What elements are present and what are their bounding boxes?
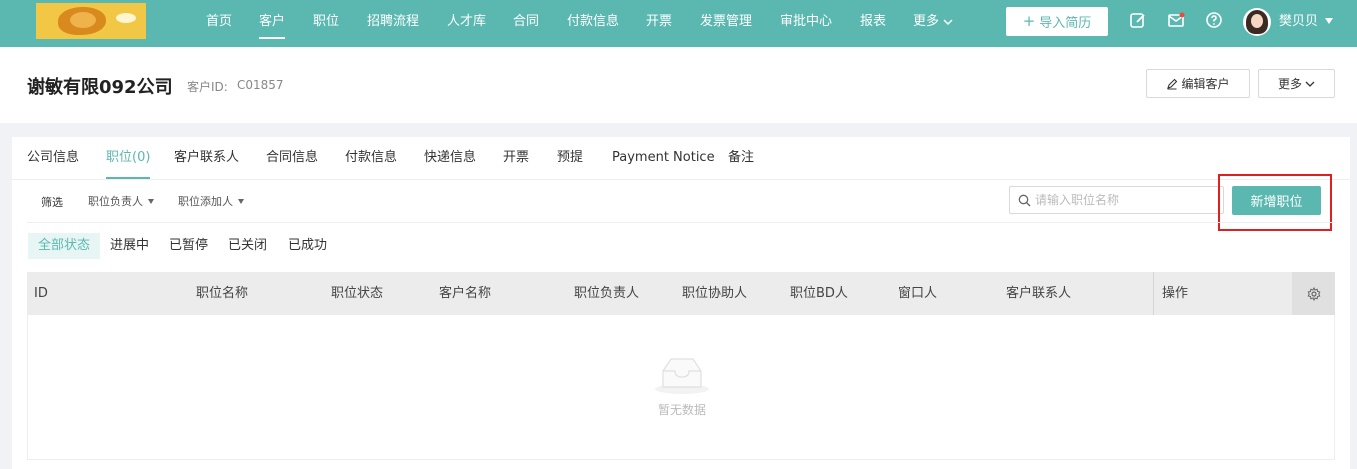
content-panel: 公司信息 职位(0) 客户联系人 合同信息 付款信息 快递信息 开票 预提 Pa…: [12, 137, 1350, 469]
nav-item-more[interactable]: 更多: [913, 0, 953, 43]
position-search-box[interactable]: [1009, 186, 1224, 214]
plus-icon: +: [1022, 12, 1036, 30]
table-header: ID 职位名称 职位状态 客户名称 职位负责人 职位协助人 职位BD人 窗口人 …: [27, 272, 1335, 315]
nav-item-approval-center[interactable]: 审批中心: [780, 0, 832, 43]
page-title: 谢敏有限092公司: [27, 77, 173, 98]
edit-note-icon[interactable]: [1129, 11, 1147, 29]
nav-item-invoicing[interactable]: 开票: [646, 0, 672, 43]
customer-id-label: 客户ID:: [187, 80, 228, 94]
edit-customer-button[interactable]: 编辑客户: [1146, 69, 1250, 98]
column-header-customer-name: 客户名称: [439, 286, 492, 301]
tab-notes[interactable]: 备注: [728, 137, 754, 179]
position-owner-filter[interactable]: 职位负责人: [88, 193, 154, 209]
nav-item-invoice-management[interactable]: 发票管理: [700, 0, 752, 43]
column-header-customer-contact: 客户联系人: [1006, 286, 1072, 301]
tab-payment-info[interactable]: 付款信息: [345, 137, 397, 179]
more-actions-button[interactable]: 更多: [1258, 69, 1335, 98]
filter-divider: [27, 222, 1335, 223]
nav-item-recruitment-process[interactable]: 招聘流程: [367, 0, 419, 43]
tab-accrual[interactable]: 预提: [557, 137, 583, 179]
column-header-window-person: 窗口人: [898, 286, 938, 301]
search-icon: [1018, 194, 1031, 206]
tab-invoicing[interactable]: 开票: [503, 137, 529, 179]
nav-item-reports[interactable]: 报表: [860, 0, 886, 43]
customer-header: 谢敏有限092公司 客户ID: C01857 编辑客户 更多: [0, 47, 1357, 123]
import-resume-button[interactable]: + 导入简历: [1006, 7, 1108, 36]
column-divider: [1153, 272, 1154, 315]
more-actions-label: 更多: [1277, 77, 1302, 91]
tab-payment-notice[interactable]: Payment Notice: [612, 137, 715, 179]
status-filter-all[interactable]: 全部状态: [28, 233, 101, 259]
nav-item-positions[interactable]: 职位: [313, 0, 339, 43]
avatar[interactable]: [1243, 8, 1271, 36]
position-search-input[interactable]: [1035, 193, 1215, 207]
pencil-icon: [1167, 78, 1178, 89]
nav-more-label: 更多: [913, 14, 940, 29]
status-filter-closed[interactable]: 已关闭: [228, 233, 267, 259]
edit-customer-label: 编辑客户: [1181, 77, 1230, 91]
status-filter-succeeded[interactable]: 已成功: [288, 233, 327, 259]
table-body: 暂无数据: [27, 315, 1335, 460]
tab-contract-info[interactable]: 合同信息: [266, 137, 318, 179]
user-name[interactable]: 樊贝贝: [1279, 0, 1318, 43]
caret-down-icon[interactable]: [1325, 18, 1333, 24]
company-logo[interactable]: [36, 3, 146, 39]
column-settings-button[interactable]: [1292, 272, 1335, 315]
chevron-down-icon: [1305, 81, 1315, 87]
help-icon[interactable]: [1205, 11, 1223, 29]
column-header-position-owner: 职位负责人: [574, 286, 640, 301]
chevron-down-icon: [943, 18, 953, 25]
column-header-position-name: 职位名称: [196, 286, 249, 301]
avatar-face: [1251, 14, 1263, 28]
status-filter-in-progress[interactable]: 进展中: [110, 233, 149, 259]
nav-item-payment-info[interactable]: 付款信息: [567, 0, 619, 43]
mail-icon[interactable]: [1167, 11, 1185, 29]
top-navigation-bar: 首页 客户 职位 招聘流程 人才库 合同 付款信息 开票 发票管理 审批中心 报…: [0, 0, 1357, 47]
import-resume-label: 导入简历: [1039, 16, 1092, 31]
empty-state-text: 暂无数据: [657, 403, 706, 417]
tabs-divider: [12, 179, 1350, 180]
caret-down-icon: [238, 198, 244, 204]
gear-icon: [1307, 286, 1320, 301]
caret-down-icon: [148, 198, 154, 204]
position-adder-filter-label: 职位添加人: [178, 195, 233, 208]
tab-express-info[interactable]: 快递信息: [424, 137, 476, 179]
column-header-position-assistant: 职位协助人: [682, 286, 748, 301]
column-header-position-bd: 职位BD人: [790, 286, 848, 301]
nav-item-contracts[interactable]: 合同: [513, 0, 539, 43]
column-header-id: ID: [34, 286, 48, 301]
tab-company-info[interactable]: 公司信息: [27, 137, 79, 179]
position-owner-filter-label: 职位负责人: [88, 195, 143, 208]
tab-positions[interactable]: 职位(0): [106, 137, 151, 179]
nav-item-home[interactable]: 首页: [206, 0, 232, 43]
customer-id-value: C01857: [237, 78, 284, 92]
column-header-position-status: 职位状态: [331, 286, 384, 301]
nav-item-talent-pool[interactable]: 人才库: [447, 0, 486, 43]
status-filter-paused[interactable]: 已暂停: [169, 233, 208, 259]
tab-customer-contacts[interactable]: 客户联系人: [174, 137, 239, 179]
logo-food-highlight: [70, 12, 96, 28]
empty-box-icon: [655, 358, 709, 394]
logo-leaf: [116, 13, 136, 23]
filter-label: 筛选: [41, 196, 63, 209]
column-header-actions: 操作: [1162, 286, 1189, 301]
nav-item-customers[interactable]: 客户: [259, 0, 286, 43]
position-adder-filter[interactable]: 职位添加人: [178, 193, 244, 209]
